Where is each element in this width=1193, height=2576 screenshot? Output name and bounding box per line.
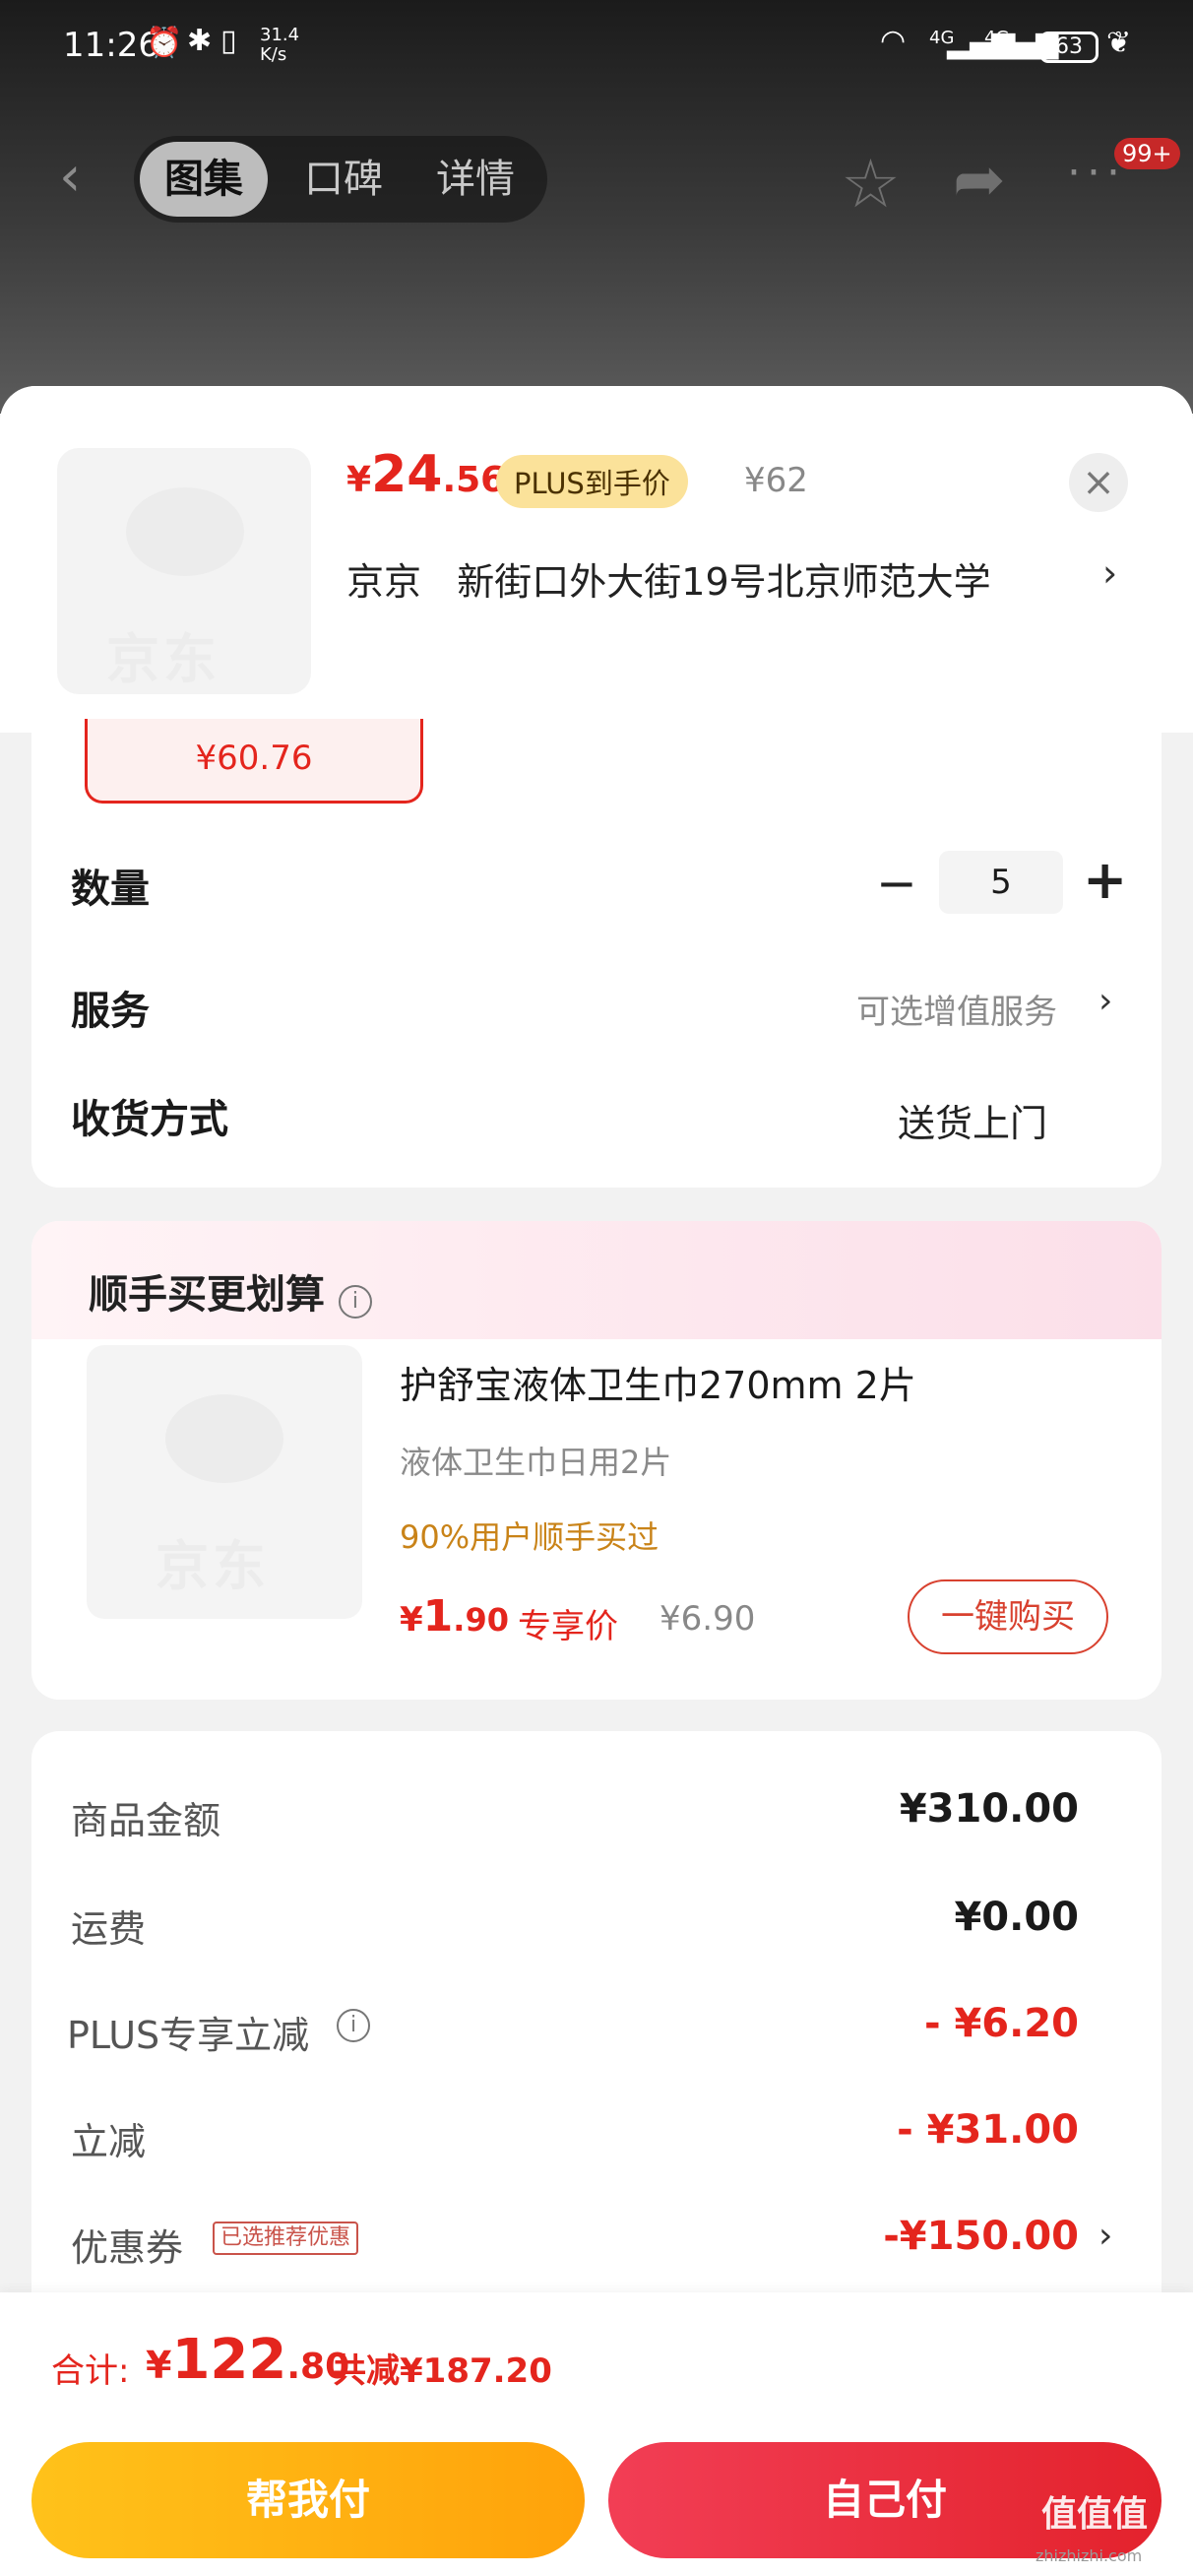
net-speed: 31.4 K/s: [260, 25, 300, 65]
view-tabs: 图集 口碑 详情: [134, 136, 547, 223]
coupon-chevron-icon[interactable]: ›: [1099, 2216, 1112, 2256]
summary-row-value: - ¥6.20: [923, 2001, 1079, 2046]
coupon-recommended-tag: 已选推荐优惠: [213, 2222, 359, 2255]
favorite-star-icon[interactable]: ☆: [841, 146, 901, 224]
help-me-pay-button[interactable]: 帮我付: [31, 2442, 585, 2558]
plus-price: ¥24.56: [346, 445, 506, 504]
addon-thumbnail[interactable]: 京东: [87, 1345, 362, 1619]
plus-price-tag: PLUS到手价: [496, 455, 688, 508]
quantity-label: 数量: [71, 867, 150, 912]
wifi-icon: ◠: [880, 24, 907, 58]
address-text: 新街口外大街19号北京师范大学: [457, 560, 991, 604]
bluetooth-icon: ✱: [187, 24, 213, 58]
battery-indicator: 63: [1039, 32, 1099, 63]
product-thumbnail: 京东: [57, 448, 311, 694]
message-badge: 99+: [1114, 138, 1180, 169]
addon-product-subtitle: 液体卫生巾日用2片: [400, 1444, 672, 1481]
delivery-method-label: 收货方式: [71, 1097, 228, 1142]
addon-title: 顺手买更划算 i: [89, 1262, 372, 1320]
leaf-icon: ❦: [1106, 26, 1132, 60]
quantity-plus-button[interactable]: +: [1083, 849, 1127, 911]
addon-original-price: ¥6.90: [659, 1599, 756, 1639]
info-icon[interactable]: i: [337, 2009, 370, 2042]
summary-row-label: 优惠券: [71, 2226, 184, 2270]
vibrate-icon: ▯: [220, 24, 237, 58]
address-chevron-icon[interactable]: ›: [1102, 551, 1117, 595]
coupon-value[interactable]: -¥150.00: [764, 2214, 1079, 2259]
quantity-minus-button[interactable]: −: [876, 855, 917, 912]
status-bar: 11:26 ⏰ ✱ ▯ 31.4 K/s ◠ 4G ▂▄▆ 4G ▂▄▆ 63 …: [0, 0, 1193, 98]
original-price: ¥62: [744, 461, 808, 500]
back-arrow-icon[interactable]: ‹: [59, 148, 102, 207]
total-label: 合计:: [51, 2351, 130, 2391]
jd-dog-logo-icon: [126, 487, 244, 576]
summary-row-label: PLUS专享立减: [67, 2014, 310, 2057]
summary-row-value: ¥0.00: [954, 1895, 1079, 1940]
addon-exclusive-label: 专享价: [518, 1607, 618, 1646]
quantity-input[interactable]: 5: [939, 851, 1063, 914]
summary-row-value: ¥310.00: [899, 1786, 1079, 1832]
delivery-method-value[interactable]: 送货上门: [898, 1093, 1047, 1147]
watermark-url: zhizhizhi.com: [1036, 2546, 1143, 2565]
watermark: 值值值: [1041, 2494, 1149, 2535]
tab-gallery[interactable]: 图集: [140, 142, 268, 217]
total-amount: ¥122.80: [146, 2328, 350, 2392]
jd-logo-text: 京东: [156, 1535, 270, 1597]
service-label: 服务: [71, 989, 150, 1034]
share-icon[interactable]: ➦: [953, 144, 1006, 217]
address-prefix: 京京: [346, 560, 422, 604]
addon-product-name[interactable]: 护舒宝液体卫生巾270mm 2片: [400, 1355, 916, 1409]
alarm-icon: ⏰: [146, 26, 183, 60]
summary-row-label: 立减: [71, 2120, 147, 2163]
info-icon[interactable]: i: [338, 1285, 372, 1319]
service-value[interactable]: 可选增值服务: [856, 985, 1057, 1033]
jd-logo-text: 京东: [106, 628, 220, 690]
close-button[interactable]: ×: [1069, 453, 1128, 512]
summary-row-label: 商品金额: [71, 1799, 221, 1842]
addon-user-stat: 90%用户顺手买过: [400, 1518, 659, 1556]
tab-reviews[interactable]: 口碑: [280, 136, 408, 223]
service-chevron-icon[interactable]: ›: [1099, 981, 1112, 1021]
summary-row-label: 运费: [71, 1907, 147, 1951]
one-click-buy-button[interactable]: 一键购买: [908, 1579, 1108, 1654]
total-discount: 共减¥187.20: [333, 2351, 552, 2391]
tab-details[interactable]: 详情: [411, 136, 539, 223]
spec-option-selected[interactable]: ¥60.76: [85, 719, 423, 804]
summary-row-value: - ¥31.00: [897, 2107, 1079, 2153]
jd-dog-logo-icon: [165, 1394, 283, 1483]
addon-price: ¥1.90: [400, 1591, 509, 1642]
delivery-address[interactable]: 京京 新街口外大街19号北京师范大学: [346, 551, 991, 606]
